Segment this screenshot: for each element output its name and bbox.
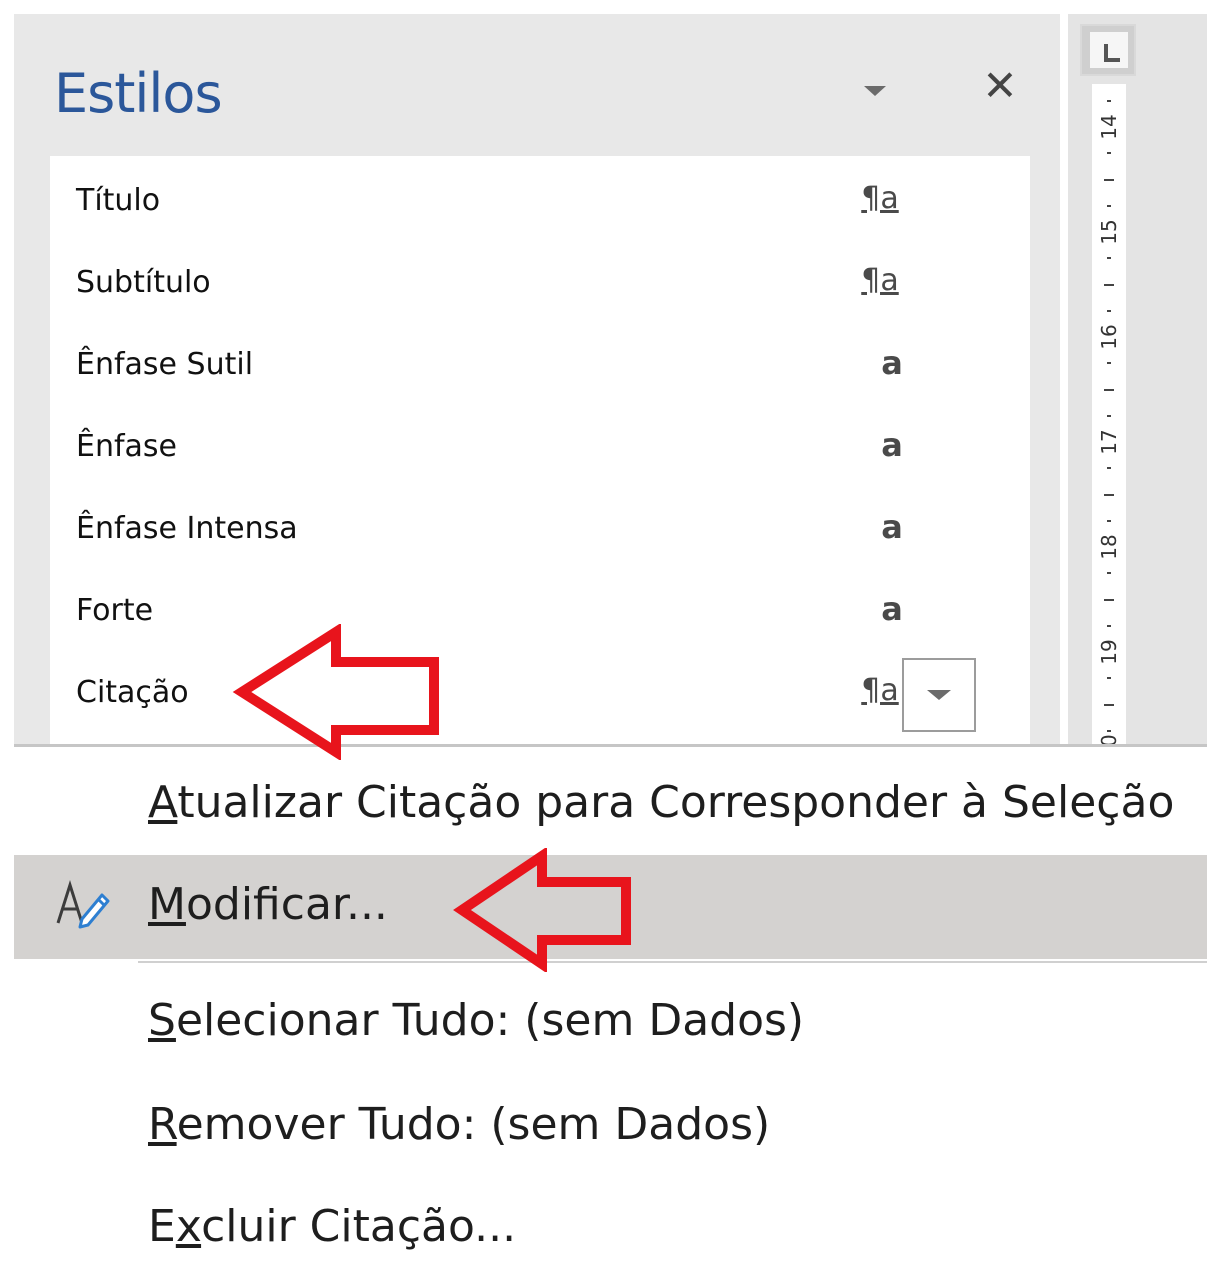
style-item-titulo[interactable]: Título ¶a [50, 160, 1030, 242]
pane-title: Estilos [54, 62, 223, 125]
menu-mnemonic: M [148, 879, 186, 930]
menu-mnemonic: A [148, 777, 178, 828]
annotation-arrow-citacao [232, 624, 439, 760]
menu-label-text: odificar... [185, 879, 388, 930]
annotation-arrow-modificar [453, 848, 631, 972]
character-style-icon: a [881, 426, 903, 464]
style-name: Forte [76, 593, 154, 628]
pane-options-dropdown[interactable] [860, 78, 890, 104]
menu-mnemonic: x [175, 1201, 202, 1252]
left-tab-icon [1104, 44, 1120, 62]
paragraph-style-icon: ¶a [861, 263, 899, 298]
paragraph-style-icon: ¶a [861, 181, 899, 216]
ruler-label: 15 [1097, 219, 1121, 245]
menu-item-select-all[interactable]: Selecionar Tudo: (sem Dados) [14, 971, 1207, 1075]
character-style-icon: a [881, 508, 903, 546]
vertical-ruler[interactable]: 14 15 16 17 18 19 20 [1092, 84, 1126, 754]
ruler-label: 17 [1097, 429, 1121, 455]
menu-label-text: tualizar Citação para Corresponder à Sel… [177, 777, 1175, 828]
paragraph-style-icon: ¶a [861, 673, 899, 708]
style-item-menu-button[interactable] [902, 658, 976, 732]
tab-selector-button[interactable] [1080, 24, 1136, 76]
menu-separator [138, 961, 1207, 963]
menu-mnemonic: S [148, 995, 176, 1046]
menu-item-label: Selecionar Tudo: (sem Dados) [148, 993, 804, 1049]
modify-style-icon [56, 880, 110, 929]
menu-mnemonic: R [148, 1099, 177, 1150]
style-item-subtitulo[interactable]: Subtítulo ¶a [50, 242, 1030, 324]
ruler-label: 19 [1097, 639, 1121, 665]
style-name: Ênfase [76, 429, 178, 464]
style-context-menu: Atualizar Citação para Corresponder à Se… [14, 747, 1207, 1268]
ruler-label: 18 [1097, 534, 1121, 560]
character-style-icon: a [881, 344, 903, 382]
style-name: Título [76, 183, 161, 218]
menu-label-prefix: E [148, 1201, 176, 1252]
style-name: Ênfase Sutil [76, 347, 254, 382]
menu-label-text: elecionar Tudo: (sem Dados) [175, 995, 805, 1046]
close-icon[interactable]: ✕ [978, 64, 1022, 108]
ruler-label: 14 [1097, 114, 1121, 140]
menu-label-text: cluir Citação... [201, 1201, 517, 1252]
style-name: Citação [76, 675, 189, 710]
style-item-enfase[interactable]: Ênfase a [50, 406, 1030, 488]
menu-item-label: Excluir Citação... [148, 1199, 516, 1255]
style-name: Ênfase Intensa [76, 511, 298, 546]
vertical-ruler-area [1068, 14, 1207, 754]
style-item-citacao[interactable]: Citação ¶a [50, 652, 1030, 734]
menu-item-label: Atualizar Citação para Corresponder à Se… [148, 775, 1174, 831]
style-item-forte[interactable]: Forte a [50, 570, 1030, 652]
menu-item-label: Modificar... [148, 877, 388, 933]
menu-label-text: emover Tudo: (sem Dados) [176, 1099, 771, 1150]
chevron-down-icon [927, 690, 951, 700]
tab-selector-face [1090, 32, 1128, 68]
style-item-enfase-intensa[interactable]: Ênfase Intensa a [50, 488, 1030, 570]
styles-pane: Estilos ✕ Título ¶a Subtítulo ¶a Ênfase … [14, 14, 1060, 766]
chevron-down-icon [864, 86, 886, 96]
styles-list: Título ¶a Subtítulo ¶a Ênfase Sutil a Ên… [50, 156, 1030, 766]
style-item-enfase-sutil[interactable]: Ênfase Sutil a [50, 324, 1030, 406]
ruler-label: 16 [1097, 324, 1121, 350]
character-style-icon: a [881, 590, 903, 628]
menu-item-label: Remover Tudo: (sem Dados) [148, 1097, 770, 1153]
menu-item-update-to-match[interactable]: Atualizar Citação para Corresponder à Se… [14, 753, 1207, 857]
style-name: Subtítulo [76, 265, 211, 300]
menu-item-delete-style[interactable]: Excluir Citação... [14, 1177, 1207, 1281]
menu-item-remove-all[interactable]: Remover Tudo: (sem Dados) [14, 1075, 1207, 1179]
